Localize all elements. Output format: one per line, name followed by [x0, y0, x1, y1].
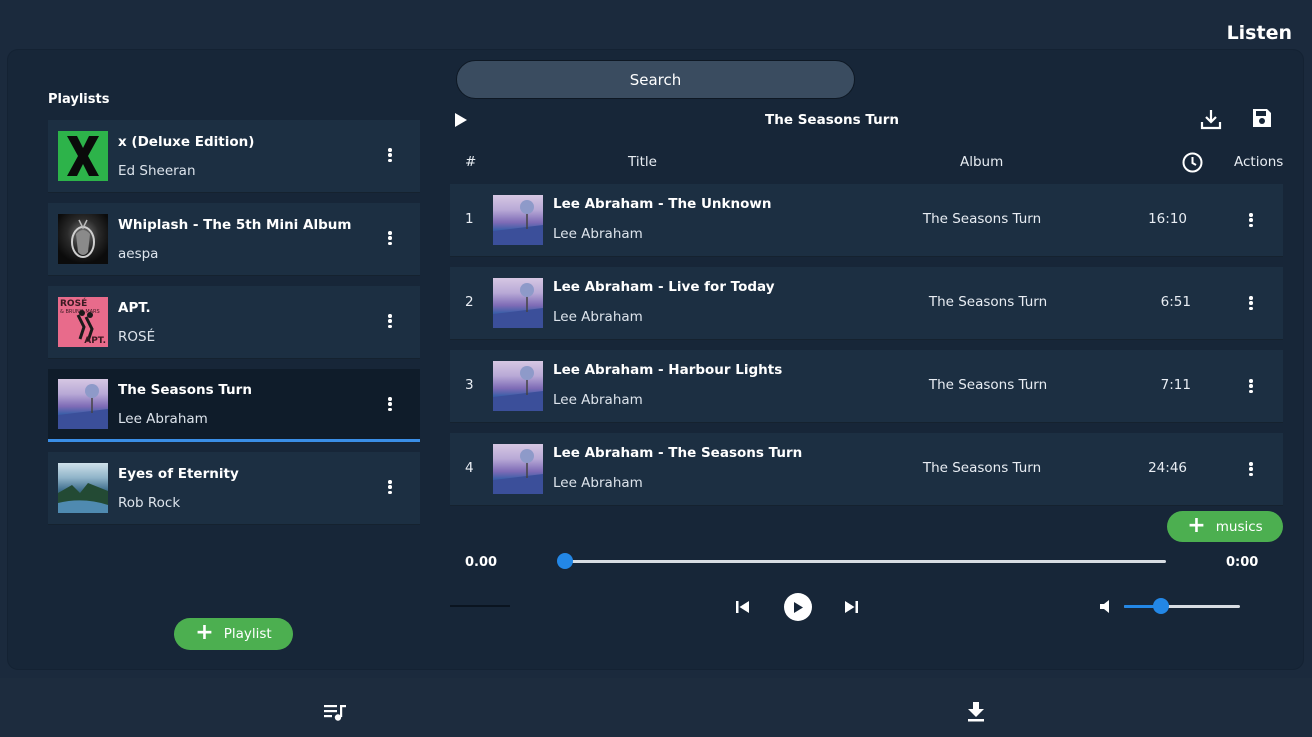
column-title: Title [628, 154, 657, 170]
track-title: Lee Abraham - Harbour Lights [553, 362, 783, 378]
playlist-name: Eyes of Eternity [118, 465, 239, 482]
add-playlist-label: Playlist [223, 626, 272, 642]
track-duration: 24:46 [1148, 460, 1187, 476]
playlist-item-active[interactable]: The Seasons Turn Lee Abraham [48, 369, 420, 442]
more-options-icon[interactable] [382, 146, 398, 164]
track-title: Lee Abraham - The Seasons Turn [553, 445, 803, 461]
track-row[interactable]: 2 Lee Abraham - Live for Today Lee Abrah… [450, 267, 1283, 340]
clock-icon [1182, 152, 1203, 177]
play-pause-button[interactable] [784, 593, 812, 621]
playlist-artist: Lee Abraham [118, 410, 208, 427]
more-options-icon[interactable] [382, 312, 398, 330]
x-album-cover [58, 131, 108, 181]
total-time: 0:00 [1226, 555, 1259, 570]
column-actions: Actions [1234, 154, 1284, 170]
apt-cover-line3: APT. [84, 336, 106, 346]
more-options-icon[interactable] [1243, 211, 1259, 229]
track-duration: 16:10 [1148, 211, 1187, 227]
bottom-nav [0, 678, 1312, 737]
search-label: Search [629, 70, 682, 89]
plus-icon: + [195, 620, 214, 645]
playlist-name: The Seasons Turn [118, 381, 252, 398]
track-artist: Lee Abraham [553, 392, 643, 408]
playlist-name: x (Deluxe Edition) [118, 133, 255, 150]
more-options-icon[interactable] [1243, 460, 1259, 478]
track-duration: 6:51 [1160, 294, 1191, 310]
playlist-item[interactable]: Whiplash - The 5th Mini Album aespa [48, 203, 420, 276]
add-playlist-button[interactable]: + Playlist [174, 618, 293, 650]
track-cover [493, 278, 543, 328]
add-music-button[interactable]: + musics [1167, 511, 1283, 542]
track-number: 4 [465, 460, 474, 476]
seek-handle[interactable] [557, 553, 573, 569]
download-icon[interactable] [1200, 108, 1222, 134]
seasons-album-cover [58, 379, 108, 429]
volume-icon[interactable] [1099, 599, 1113, 618]
volume-slider[interactable] [1124, 598, 1240, 614]
playlist-artist: aespa [118, 245, 159, 262]
playlist-list: x (Deluxe Edition) Ed Sheeran Whiplash -… [48, 120, 420, 535]
play-playlist-icon[interactable] [454, 112, 468, 132]
playlist-artist: ROSÉ [118, 328, 156, 345]
seek-bar[interactable] [557, 553, 1166, 569]
column-num: # [465, 154, 477, 170]
track-duration: 7:11 [1160, 377, 1191, 393]
app-title: Listen [1226, 22, 1292, 44]
more-options-icon[interactable] [382, 229, 398, 247]
track-row[interactable]: 1 Lee Abraham - The Unknown Lee Abraham … [450, 184, 1283, 257]
apt-album-cover: ROSÉ & BRUNO MARS APT. [58, 297, 108, 347]
track-album: The Seasons Turn [922, 211, 1042, 227]
playlist-item[interactable]: x (Deluxe Edition) Ed Sheeran [48, 120, 420, 193]
playlist-title: The Seasons Turn [765, 112, 899, 128]
playlist-name: Whiplash - The 5th Mini Album [118, 216, 352, 233]
track-artist: Lee Abraham [553, 309, 643, 325]
track-number: 1 [465, 211, 474, 227]
playlist-item[interactable]: ROSÉ & BRUNO MARS APT. APT. ROSÉ [48, 286, 420, 359]
main-panel: Playlists x (Deluxe Edition) Ed Sheeran [8, 50, 1303, 669]
more-options-icon[interactable] [1243, 377, 1259, 395]
track-list: 1 Lee Abraham - The Unknown Lee Abraham … [450, 184, 1283, 516]
track-artist: Lee Abraham [553, 226, 643, 242]
playlist-artist: Ed Sheeran [118, 162, 196, 179]
more-options-icon[interactable] [382, 478, 398, 496]
skip-next-icon[interactable] [844, 599, 859, 618]
track-album: The Seasons Turn [928, 294, 1048, 310]
divider [450, 605, 510, 607]
track-number: 2 [465, 294, 474, 310]
track-title: Lee Abraham - The Unknown [553, 196, 772, 212]
playlist-item[interactable]: Eyes of Eternity Rob Rock [48, 452, 420, 525]
playlist-artist: Rob Rock [118, 494, 181, 511]
download-icon[interactable] [966, 701, 986, 727]
more-options-icon[interactable] [382, 395, 398, 413]
track-cover [493, 195, 543, 245]
track-row[interactable]: 4 Lee Abraham - The Seasons Turn Lee Abr… [450, 433, 1283, 506]
plus-icon: + [1187, 512, 1206, 538]
play-icon [794, 601, 803, 613]
track-number: 3 [465, 377, 474, 393]
volume-handle[interactable] [1153, 598, 1170, 614]
track-title: Lee Abraham - Live for Today [553, 279, 775, 295]
track-cover [493, 444, 543, 494]
whiplash-album-cover [58, 214, 108, 264]
skip-previous-icon[interactable] [735, 599, 750, 618]
queue-music-icon[interactable] [324, 704, 347, 725]
search-button[interactable]: Search [456, 60, 855, 99]
current-time: 0.00 [465, 555, 498, 570]
add-music-label: musics [1215, 518, 1263, 535]
save-icon[interactable] [1252, 108, 1272, 132]
column-album: Album [960, 154, 1004, 170]
sidebar-title: Playlists [48, 92, 110, 107]
more-options-icon[interactable] [1243, 294, 1259, 312]
track-album: The Seasons Turn [928, 377, 1048, 393]
eyes-album-cover [58, 463, 108, 513]
track-cover [493, 361, 543, 411]
playlist-name: APT. [118, 299, 151, 316]
track-album: The Seasons Turn [922, 460, 1042, 476]
track-row[interactable]: 3 Lee Abraham - Harbour Lights Lee Abrah… [450, 350, 1283, 423]
track-artist: Lee Abraham [553, 475, 643, 491]
